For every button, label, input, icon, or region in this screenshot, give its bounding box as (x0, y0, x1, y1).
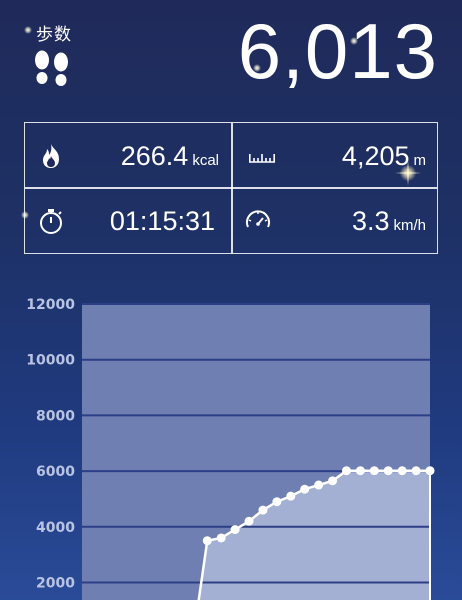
duration-value: 01:15:31 (109, 206, 215, 236)
data-point (300, 484, 310, 494)
footprints-icon (35, 50, 68, 86)
calories-cell: 266.4 kcal (25, 123, 231, 188)
speed-value: 3.3 (351, 206, 390, 236)
calories-value: 266.4 (120, 141, 189, 171)
duration-cell: 01:15:31 (25, 188, 231, 253)
data-point (286, 491, 296, 501)
y-tick-label: 8000 (36, 408, 75, 424)
data-point (369, 466, 379, 476)
data-point (355, 466, 365, 476)
data-point (258, 505, 268, 515)
data-point (411, 466, 421, 476)
stats-grid: 266.4 kcal 4,205 m 01:15:31 3.3 km/h (24, 122, 438, 254)
steps-area-chart: 12000 10000 8000 6000 4000 2000 (26, 297, 435, 600)
data-point (314, 480, 324, 490)
flame-icon (43, 144, 59, 168)
sparkle-decoration (24, 26, 32, 34)
data-point (244, 516, 254, 526)
distance-unit: m (413, 152, 427, 169)
data-point (202, 536, 212, 546)
y-tick-label: 4000 (36, 520, 75, 536)
data-point (230, 525, 240, 535)
speed-cell: 3.3 km/h (232, 188, 438, 253)
data-point (383, 466, 393, 476)
ruler-icon (248, 154, 276, 163)
data-point (216, 533, 226, 543)
y-tick-label: 10000 (26, 353, 75, 369)
y-tick-label: 12000 (26, 297, 75, 313)
steps-chart: 12000 10000 8000 6000 4000 2000 (0, 288, 462, 600)
y-tick-label: 6000 (36, 464, 75, 480)
calories-unit: kcal (192, 152, 219, 169)
steps-label: 歩数 (36, 25, 72, 44)
data-point (397, 466, 407, 476)
steps-count: 6,013 (237, 7, 438, 95)
data-point (328, 476, 338, 486)
y-tick-label: 2000 (36, 576, 75, 592)
data-point (425, 466, 435, 476)
data-point (341, 466, 351, 476)
distance-cell: 4,205 m (232, 123, 438, 188)
speedometer-icon (246, 210, 270, 228)
distance-value: 4,205 (341, 141, 410, 171)
stopwatch-icon (40, 209, 62, 234)
data-point (272, 497, 282, 507)
speed-unit: km/h (393, 217, 426, 234)
